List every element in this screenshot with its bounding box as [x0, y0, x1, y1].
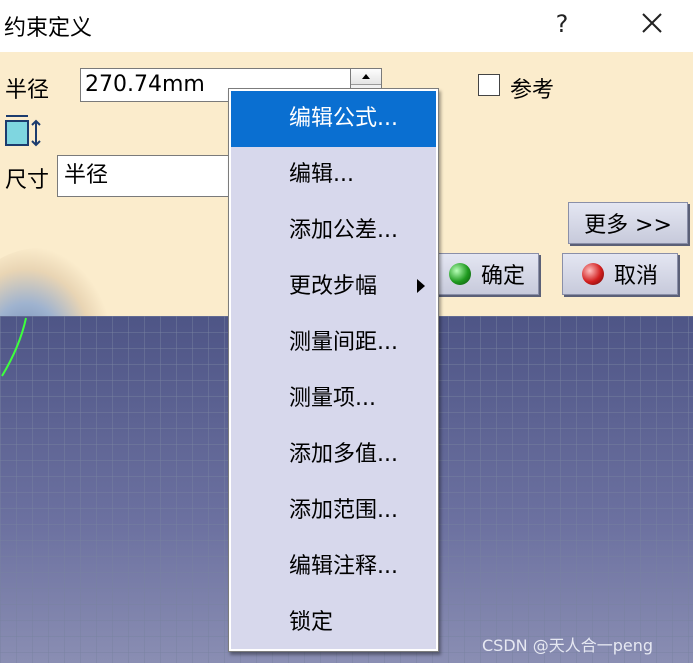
menu-item-lock[interactable]: 锁定 [231, 595, 436, 651]
menu-item-label: 添加公差... [289, 218, 398, 243]
dimension-icon[interactable] [3, 113, 43, 153]
menu-item-label: 添加范围... [289, 498, 398, 523]
context-menu: 编辑公式... 编辑... 添加公差... 更改步幅 测量间距... 测量项..… [228, 88, 439, 652]
submenu-arrow-icon [417, 279, 425, 293]
menu-item-edit-comment[interactable]: 编辑注释... [231, 539, 436, 595]
menu-item-label: 编辑注释... [289, 554, 398, 579]
menu-item-measure-item[interactable]: 测量项... [231, 371, 436, 427]
menu-item-add-range[interactable]: 添加范围... [231, 483, 436, 539]
red-ball-icon [581, 263, 604, 285]
cancel-button-label: 取消 [613, 264, 658, 289]
cancel-button[interactable]: 取消 [562, 253, 678, 295]
title-bar: 约束定义 ? [0, 0, 693, 52]
help-button[interactable]: ? [551, 8, 573, 40]
radius-input[interactable]: 270.74mm [80, 68, 232, 102]
dimension-field[interactable]: 半径 [57, 155, 232, 197]
menu-item-label: 编辑公式... [289, 106, 398, 131]
menu-item-label: 编辑... [289, 162, 354, 187]
menu-item-add-tolerance[interactable]: 添加公差... [231, 203, 436, 259]
dimension-label: 尺寸 [5, 168, 50, 193]
more-button-label: 更多 >> [584, 213, 672, 238]
more-button[interactable]: 更多 >> [568, 202, 688, 244]
menu-item-label: 测量间距... [289, 330, 398, 355]
close-button[interactable] [634, 8, 670, 40]
ok-button-label: 确定 [480, 264, 525, 289]
menu-item-label: 测量项... [289, 386, 376, 411]
reference-label: 参考 [510, 78, 555, 103]
menu-item-change-step[interactable]: 更改步幅 [231, 259, 436, 315]
context-menu-list: 编辑公式... 编辑... 添加公差... 更改步幅 测量间距... 测量项..… [231, 91, 436, 649]
menu-item-label: 锁定 [289, 610, 334, 635]
close-icon [642, 13, 662, 33]
menu-item-edit[interactable]: 编辑... [231, 147, 436, 203]
radius-label: 半径 [5, 78, 50, 103]
menu-item-edit-formula[interactable]: 编辑公式... [231, 91, 436, 147]
ok-button[interactable]: 确定 [435, 253, 539, 295]
menu-item-measure-distance[interactable]: 测量间距... [231, 315, 436, 371]
reference-checkbox[interactable] [478, 74, 500, 96]
spinner-up-arrow-icon[interactable] [351, 69, 381, 85]
green-ball-icon [448, 263, 471, 285]
window-title: 约束定义 [4, 16, 93, 41]
menu-item-label: 添加多值... [289, 442, 398, 467]
watermark: CSDN @天人合一peng [482, 636, 654, 655]
menu-item-label: 更改步幅 [289, 274, 378, 299]
menu-item-add-multi-value[interactable]: 添加多值... [231, 427, 436, 483]
sketch-curve [1, 317, 27, 377]
